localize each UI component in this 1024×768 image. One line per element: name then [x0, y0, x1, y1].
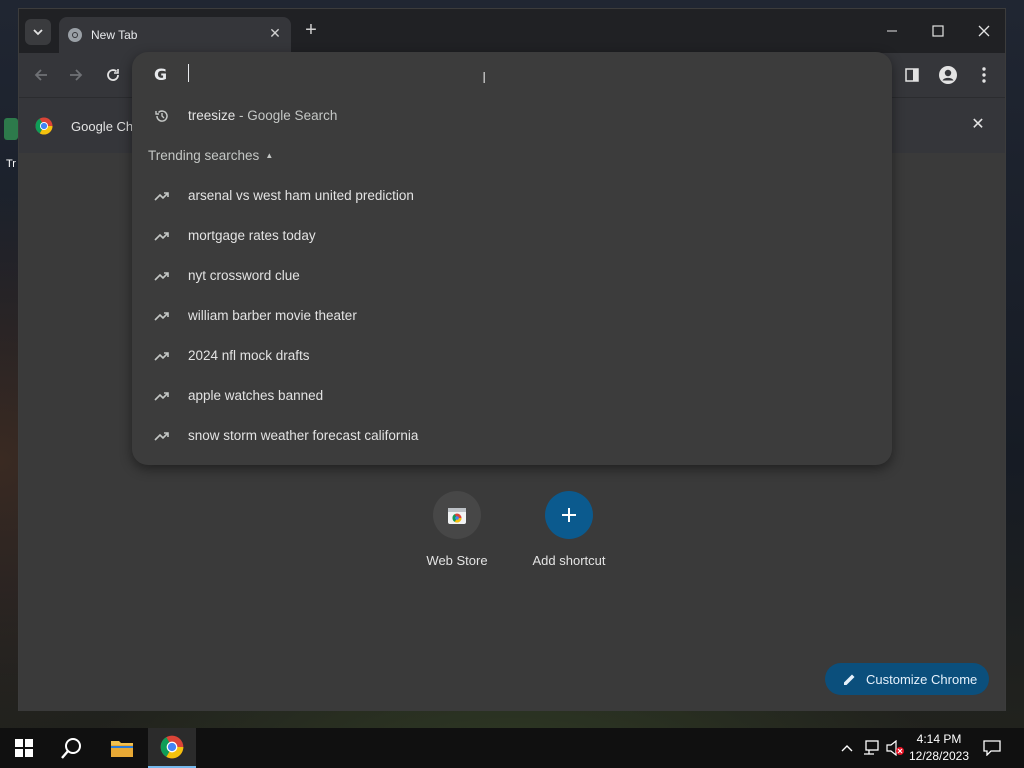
trending-item-text: mortgage rates today — [188, 228, 316, 243]
file-explorer-button[interactable] — [98, 728, 146, 768]
trending-item-text: 2024 nfl mock drafts — [188, 348, 310, 363]
trending-item-text: nyt crossword clue — [188, 268, 300, 283]
profile-button[interactable] — [936, 63, 960, 87]
customize-chrome-button[interactable]: Customize Chrome — [825, 663, 989, 695]
forward-button[interactable] — [64, 63, 88, 87]
omnibox-dropdown: G I treesize - Google Search Trending se… — [132, 52, 892, 465]
trending-up-icon — [154, 272, 169, 281]
history-icon — [155, 110, 168, 122]
trending-up-icon — [154, 192, 169, 201]
shortcut-add[interactable]: Add shortcut — [519, 491, 619, 568]
new-tab-button[interactable]: + — [301, 20, 321, 41]
back-button[interactable] — [29, 63, 53, 87]
history-suggestion[interactable]: treesize - Google Search — [132, 96, 892, 136]
profile-avatar-icon — [939, 66, 957, 84]
history-query: treesize — [188, 108, 236, 123]
tab-search-button[interactable] — [25, 19, 51, 45]
back-arrow-icon — [34, 69, 47, 81]
text-caret — [188, 64, 189, 82]
clock-time: 4:14 PM — [916, 732, 962, 746]
pencil-icon — [844, 674, 855, 685]
close-window-button[interactable] — [961, 17, 1007, 45]
customize-chrome-label: Customize Chrome — [866, 671, 978, 687]
mouse-ibeam-icon: I — [482, 70, 487, 87]
trending-item[interactable]: nyt crossword clue — [132, 256, 892, 296]
trending-item[interactable]: apple watches banned — [132, 376, 892, 416]
trending-item-text: arsenal vs west ham united prediction — [188, 188, 414, 203]
trending-up-icon — [154, 352, 169, 361]
trending-item[interactable]: snow storm weather forecast california — [132, 416, 892, 456]
minimize-button[interactable] — [869, 17, 915, 45]
taskbar-clock[interactable]: 4:14 PM 12/28/2023 — [906, 731, 972, 765]
web-store-icon — [433, 491, 481, 539]
windows-logo-icon — [15, 739, 33, 757]
search-icon — [61, 738, 81, 759]
network-icon — [864, 740, 879, 755]
notification-center-button[interactable] — [980, 728, 1004, 768]
forward-arrow-icon — [70, 69, 83, 81]
side-panel-button[interactable] — [900, 63, 924, 87]
info-bar-close-icon[interactable]: ✕ — [969, 116, 987, 134]
menu-button[interactable] — [972, 63, 996, 87]
chevron-down-icon — [33, 29, 43, 36]
tab-new-tab[interactable]: New Tab ✕ — [59, 17, 291, 53]
tab-close-icon[interactable]: ✕ — [267, 25, 283, 41]
minimize-icon — [887, 30, 897, 32]
trending-header[interactable]: Trending searches ▲ — [148, 148, 273, 163]
collapse-triangle-icon: ▲ — [265, 151, 274, 160]
trending-item[interactable]: mortgage rates today — [132, 216, 892, 256]
google-g-icon: G — [154, 65, 168, 84]
trending-item[interactable]: 2024 nfl mock drafts — [132, 336, 892, 376]
shortcut-label: Web Store — [426, 553, 488, 568]
trending-item-text: apple watches banned — [188, 388, 324, 403]
trending-item-text: snow storm weather forecast california — [188, 428, 419, 443]
folder-icon — [111, 741, 133, 757]
chevron-up-icon — [841, 745, 853, 752]
search-button[interactable] — [48, 728, 96, 768]
shortcut-label: Add shortcut — [532, 553, 606, 568]
clock-date: 12/28/2023 — [908, 749, 970, 763]
chrome-favicon-icon — [68, 28, 82, 42]
omnibox-input[interactable]: G I — [132, 52, 892, 96]
history-suffix: - Google Search — [235, 108, 338, 123]
tab-title: New Tab — [91, 28, 138, 42]
volume-button[interactable] — [884, 728, 906, 768]
trending-up-icon — [154, 232, 169, 241]
shortcut-web-store[interactable]: Web Store — [407, 491, 507, 568]
desktop-app-icon — [4, 118, 18, 140]
maximize-button[interactable] — [915, 17, 961, 45]
reload-icon — [107, 69, 119, 81]
chrome-taskbar-button[interactable] — [148, 728, 196, 768]
close-icon — [978, 25, 990, 37]
trending-up-icon — [154, 392, 169, 401]
tab-strip: New Tab ✕ + — [19, 9, 1005, 53]
chrome-logo-icon — [35, 117, 53, 135]
trending-up-icon — [154, 432, 169, 441]
side-panel-icon — [905, 68, 919, 82]
info-bar-text: Google Ch — [71, 119, 134, 134]
maximize-icon — [932, 25, 944, 37]
trending-item[interactable]: arsenal vs west ham united prediction — [132, 176, 892, 216]
trending-header-label: Trending searches — [148, 148, 260, 163]
add-icon — [545, 491, 593, 539]
history-suggestion-text: treesize - Google Search — [188, 108, 337, 123]
network-button[interactable] — [860, 728, 882, 768]
chrome-logo-icon — [160, 735, 184, 759]
show-hidden-icons-button[interactable] — [838, 728, 856, 768]
volume-muted-icon — [886, 740, 904, 756]
trending-up-icon — [154, 312, 169, 321]
reload-button[interactable] — [101, 63, 125, 87]
start-button[interactable] — [0, 728, 48, 768]
more-vert-icon — [982, 67, 986, 83]
desktop-icon-label: Tr — [6, 158, 16, 170]
notification-icon — [983, 740, 1001, 756]
taskbar: 4:14 PM 12/28/2023 — [0, 728, 1024, 768]
trending-item[interactable]: william barber movie theater — [132, 296, 892, 336]
trending-item-text: william barber movie theater — [188, 308, 357, 323]
